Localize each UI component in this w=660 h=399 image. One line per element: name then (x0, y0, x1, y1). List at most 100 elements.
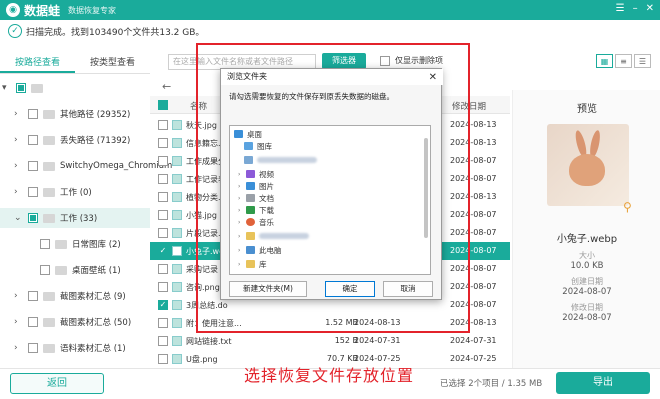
folder-node[interactable]: › (238, 230, 309, 242)
folder-node[interactable]: › 文档 (238, 192, 274, 204)
file-icon (172, 120, 182, 130)
chevron-right-icon[interactable]: › (14, 343, 24, 353)
row-checkbox[interactable] (158, 336, 168, 346)
row-checkbox[interactable] (158, 282, 168, 292)
tree-checkbox[interactable] (28, 109, 38, 119)
download-icon (246, 206, 255, 214)
desktop-icon (234, 130, 243, 138)
view-tabs: 按路径查看 按类型查看 (0, 52, 150, 74)
file-icon (172, 192, 182, 202)
tab-by-type[interactable]: 按类型查看 (75, 52, 150, 73)
gallery-icon (244, 142, 253, 150)
library-icon (246, 260, 255, 268)
tree-checkbox[interactable] (40, 265, 50, 275)
preview-filename: 小兔子.webp (556, 234, 618, 245)
tree-item[interactable]: › 语料素材汇总 (1) (14, 338, 126, 358)
folder-node[interactable]: 图库 (244, 140, 272, 152)
file-name: U盘.png (186, 355, 218, 364)
tree-checkbox[interactable] (28, 213, 38, 223)
dialog-scrollbar[interactable] (424, 138, 428, 238)
row-checkbox[interactable] (158, 210, 168, 220)
folder-node[interactable]: › 图片 (238, 180, 274, 192)
tree-item[interactable]: › 截图素材汇总 (50) (14, 312, 131, 332)
annotation-caption: 选择恢复文件存放位置 (244, 366, 415, 385)
ok-button[interactable]: 确定 (325, 281, 375, 297)
export-button[interactable]: 导出 (556, 372, 650, 394)
chevron-right-icon[interactable]: › (14, 187, 24, 197)
folder-browser-tree: 桌面 图库 › 视频 › 图片 › 文档 › 下载 › 音乐 › › 此电脑 › 库 (229, 125, 431, 275)
tree-item[interactable]: › SwitchyOmega_Chromium (14, 156, 172, 176)
menu-icon[interactable]: ☰ (616, 3, 625, 14)
select-all-checkbox[interactable] (158, 100, 168, 110)
tree-item-selected[interactable]: ⌄ 工作 (33) (0, 208, 150, 228)
magnifier-icon[interactable]: ⚲ (623, 200, 632, 214)
row-checkbox[interactable] (158, 354, 168, 364)
grid-view-icon[interactable]: ▦ (596, 54, 613, 68)
minimize-icon[interactable]: – (633, 3, 638, 14)
file-modified: 2024-07-25 (450, 354, 497, 363)
tree-checkbox[interactable] (28, 161, 38, 171)
row-checkbox[interactable] (158, 120, 168, 130)
file-icon (172, 282, 182, 292)
chevron-down-icon[interactable]: ⌄ (14, 213, 24, 223)
folder-node-label: 图库 (257, 141, 272, 151)
list-view-icon[interactable]: ≡ (615, 54, 632, 68)
back-arrow-icon[interactable]: ← (162, 80, 171, 93)
tree-item[interactable]: › 截图素材汇总 (9) (14, 286, 126, 306)
folder-node[interactable]: › 音乐 (238, 216, 274, 228)
chevron-down-icon[interactable]: ▾ (2, 83, 12, 93)
folder-icon (43, 109, 55, 119)
back-button[interactable]: 返回 (10, 373, 104, 394)
row-checkbox[interactable] (158, 228, 168, 238)
tree-checkbox[interactable] (16, 83, 26, 93)
row-checkbox[interactable] (158, 264, 168, 274)
folder-icon (43, 187, 55, 197)
tree-item[interactable]: 日常图库 (2) (40, 234, 121, 254)
preview-image (547, 124, 629, 206)
file-size: 152 B (334, 336, 358, 345)
chevron-right-icon[interactable]: › (14, 109, 24, 119)
title-bar: ◉ 数据蛙 数据恢复专家 ☰ – ✕ (0, 0, 660, 20)
computer-icon (246, 246, 255, 254)
tree-item[interactable]: › 其他路径 (29352) (14, 104, 130, 124)
row-checkbox[interactable]: ✓ (158, 300, 168, 310)
folder-node[interactable]: › 库 (238, 258, 267, 270)
tree-checkbox[interactable] (40, 239, 50, 249)
folder-node[interactable] (244, 154, 317, 166)
tree-checkbox[interactable] (28, 187, 38, 197)
chevron-right-icon[interactable]: › (14, 161, 24, 171)
tree-checkbox[interactable] (28, 135, 38, 145)
folder-node[interactable]: › 视频 (238, 168, 274, 180)
row-checkbox[interactable] (158, 192, 168, 202)
folder-node[interactable]: 桌面 (234, 128, 262, 140)
tree-item[interactable]: › 工作 (0) (14, 182, 92, 202)
row-checkbox[interactable]: ✓ (158, 246, 168, 256)
row-checkbox[interactable] (158, 138, 168, 148)
tree-item[interactable]: 桌面壁纸 (1) (40, 260, 121, 280)
file-icon (172, 174, 182, 184)
folder-node[interactable]: › 此电脑 (238, 244, 282, 256)
preview-title: 预览 (577, 104, 597, 115)
folder-icon (43, 343, 55, 353)
detail-view-icon[interactable]: ☰ (634, 54, 651, 68)
folder-node[interactable]: › 下载 (238, 204, 274, 216)
close-icon[interactable]: ✕ (429, 70, 437, 86)
tree-checkbox[interactable] (28, 317, 38, 327)
new-folder-button[interactable]: 新建文件夹(M) (229, 281, 307, 297)
tree-root[interactable]: ▾ (2, 78, 48, 98)
file-row[interactable]: 网站链接.txt 152 B 2024-07-31 2024-07-31 (150, 332, 510, 350)
tree-checkbox[interactable] (28, 291, 38, 301)
row-checkbox[interactable] (158, 174, 168, 184)
close-icon[interactable]: ✕ (646, 3, 654, 14)
tree-checkbox[interactable] (28, 343, 38, 353)
tree-item-label: 日常图库 (2) (72, 240, 121, 250)
chevron-right-icon[interactable]: › (14, 317, 24, 327)
row-checkbox[interactable] (158, 318, 168, 328)
check-circle-icon: ✓ (8, 24, 22, 38)
chevron-right-icon[interactable]: › (14, 291, 24, 301)
tab-by-path[interactable]: 按路径查看 (0, 52, 75, 73)
chevron-right-icon[interactable]: › (14, 135, 24, 145)
tree-item[interactable]: › 丢失路径 (71392) (14, 130, 130, 150)
cancel-button[interactable]: 取消 (383, 281, 433, 297)
row-checkbox[interactable] (158, 156, 168, 166)
